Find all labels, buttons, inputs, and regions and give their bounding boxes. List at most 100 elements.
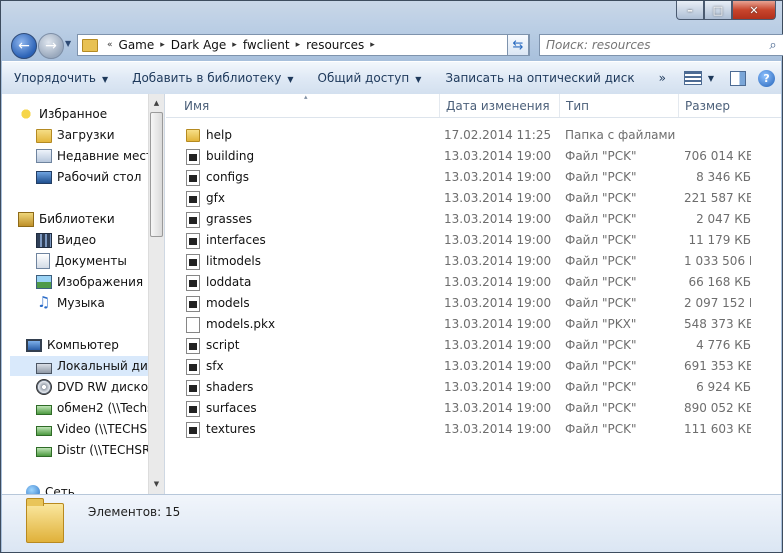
file-name-cell[interactable]: models.pkx: [186, 314, 436, 335]
breadcrumb-item[interactable]: Game: [116, 38, 158, 52]
breadcrumb-item[interactable]: Dark Age: [168, 38, 230, 52]
file-row[interactable]: sfx 13.03.2014 19:00 Файл "PCK" 691 353 КБ: [166, 356, 781, 377]
file-row[interactable]: grasses 13.03.2014 19:00 Файл "PCK" 2 047 К…: [166, 209, 781, 230]
file-name-cell[interactable]: script: [186, 335, 436, 356]
change-view-icon[interactable]: [683, 71, 702, 85]
file-row[interactable]: models 13.03.2014 19:00 Файл "PCK" 2 097 15…: [166, 293, 781, 314]
column-header-date[interactable]: Дата изменения: [440, 94, 560, 117]
file-size-cell: 111 603 КБ: [684, 422, 751, 436]
address-bar[interactable]: « Game ▸ Dark Age ▸ fwclient ▸ resources…: [77, 34, 530, 56]
file-row[interactable]: shaders 13.03.2014 19:00 Файл "PCK" 6 924 К…: [166, 377, 781, 398]
file-row[interactable]: building 13.03.2014 19:00 Файл "PCK" 706 01…: [166, 146, 781, 167]
file-name-cell[interactable]: grasses: [186, 209, 436, 230]
pictures-icon: [36, 275, 52, 289]
nav-video[interactable]: Видео: [36, 230, 96, 250]
file-name-cell[interactable]: models: [186, 293, 436, 314]
scroll-up-icon[interactable]: ▲: [149, 96, 164, 111]
pck-file-icon: [186, 421, 200, 438]
nav-network-share[interactable]: обмен2 (\\Techs: [36, 398, 148, 418]
chevron-down-icon[interactable]: ▼: [708, 74, 714, 83]
recent-pages-dropdown[interactable]: ▼: [65, 39, 71, 48]
minimize-button[interactable]: –: [676, 1, 704, 20]
file-size-cell: 1 033 506 КБ: [684, 254, 751, 268]
nav-local-disk[interactable]: Локальный диск: [10, 356, 148, 376]
file-name-cell[interactable]: interfaces: [186, 230, 436, 251]
breadcrumb-item[interactable]: resources: [303, 38, 367, 52]
folder-icon: [186, 129, 200, 142]
search-box[interactable]: ⌕: [539, 34, 783, 56]
file-name-cell[interactable]: configs: [186, 167, 436, 188]
breadcrumb-item[interactable]: fwclient: [240, 38, 293, 52]
nav-network[interactable]: Сеть: [26, 482, 75, 494]
column-header-type[interactable]: Тип: [560, 94, 679, 117]
close-button[interactable]: ✕: [732, 1, 776, 20]
file-date-cell: 13.03.2014 19:00: [444, 275, 552, 289]
nav-music[interactable]: Музыка: [36, 293, 105, 313]
nav-computer[interactable]: Компьютер: [26, 335, 119, 355]
more-commands-button[interactable]: »: [647, 71, 678, 85]
file-row[interactable]: script 13.03.2014 19:00 Файл "PCK" 4 776 КБ: [166, 335, 781, 356]
nav-label: Сеть: [45, 485, 75, 494]
nav-libraries[interactable]: Библиотеки: [18, 209, 115, 229]
chevron-right-icon[interactable]: ▸: [293, 40, 304, 50]
nav-recent-places[interactable]: Недавние места: [36, 146, 148, 166]
scrollbar-thumb[interactable]: [150, 112, 163, 237]
content-area: Избранное Загрузки Недавние места Рабочи…: [2, 94, 781, 494]
file-row[interactable]: litmodels 13.03.2014 19:00 Файл "PCK" 1 033…: [166, 251, 781, 272]
file-date-cell: 17.02.2014 11:25: [444, 128, 552, 142]
help-icon[interactable]: ?: [758, 69, 776, 87]
chevron-right-icon[interactable]: ▸: [229, 40, 240, 50]
file-name-cell[interactable]: litmodels: [186, 251, 436, 272]
nav-desktop[interactable]: Рабочий стол: [36, 167, 141, 187]
column-header-name[interactable]: Имя: [178, 94, 440, 117]
add-to-library-button[interactable]: Добавить в библиотеку ▼: [120, 71, 305, 85]
nav-dvd-drive[interactable]: DVD RW дисково: [36, 377, 148, 397]
nav-network-share[interactable]: Video (\\TECHSR: [36, 419, 148, 439]
breadcrumb-overflow[interactable]: «: [104, 40, 116, 50]
file-name-cell[interactable]: textures: [186, 419, 436, 440]
nav-downloads[interactable]: Загрузки: [36, 125, 115, 145]
chevron-right-icon[interactable]: ▸: [367, 40, 378, 50]
file-row[interactable]: help 17.02.2014 11:25 Папка с файлами: [166, 125, 781, 146]
maximize-button[interactable]: □: [704, 1, 732, 20]
scroll-down-icon[interactable]: ▼: [149, 477, 164, 492]
share-with-button[interactable]: Общий доступ ▼: [306, 71, 434, 85]
file-row[interactable]: gfx 13.03.2014 19:00 Файл "PCK" 221 587 КБ: [166, 188, 781, 209]
file-name-cell[interactable]: sfx: [186, 356, 436, 377]
nav-documents[interactable]: Документы: [36, 251, 127, 271]
organize-button[interactable]: Упорядочить ▼: [2, 71, 120, 85]
search-input[interactable]: [540, 37, 763, 53]
nav-images[interactable]: Изображения: [36, 272, 143, 292]
pkx-file-icon: [186, 316, 200, 333]
file-size-cell: 2 097 152 КБ: [684, 296, 751, 310]
file-row[interactable]: loddata 13.03.2014 19:00 Файл "PCK" 66 168 …: [166, 272, 781, 293]
file-name-cell[interactable]: surfaces: [186, 398, 436, 419]
file-row[interactable]: configs 13.03.2014 19:00 Файл "PCK" 8 346 К…: [166, 167, 781, 188]
file-name-cell[interactable]: building: [186, 146, 436, 167]
network-drive-icon: [36, 446, 52, 457]
chevron-right-icon[interactable]: ▸: [157, 40, 168, 50]
burn-button[interactable]: Записать на оптический диск: [433, 71, 646, 85]
search-icon[interactable]: ⌕: [763, 38, 783, 53]
nav-favorites[interactable]: Избранное: [18, 104, 107, 124]
nav-network-share[interactable]: Distr (\\TECHSRV: [36, 440, 148, 460]
preview-pane-icon[interactable]: [730, 70, 747, 86]
navigation-scrollbar[interactable]: ▲ ▼: [148, 94, 165, 494]
back-button[interactable]: ←: [11, 33, 37, 59]
file-row[interactable]: textures 13.03.2014 19:00 Файл "PCK" 111 60…: [166, 419, 781, 440]
file-row[interactable]: surfaces 13.03.2014 19:00 Файл "PCK" 890 05…: [166, 398, 781, 419]
pck-file-icon: [186, 295, 200, 312]
column-header-size[interactable]: Размер: [679, 94, 759, 117]
file-name-cell[interactable]: gfx: [186, 188, 436, 209]
forward-button[interactable]: →: [38, 33, 64, 59]
file-name: shaders: [206, 380, 254, 394]
refresh-button[interactable]: ⇆: [507, 34, 529, 56]
file-row[interactable]: models.pkx 13.03.2014 19:00 Файл "PKX" 548 …: [166, 314, 781, 335]
file-name-cell[interactable]: loddata: [186, 272, 436, 293]
file-name-cell[interactable]: help: [186, 125, 436, 146]
file-date-cell: 13.03.2014 19:00: [444, 149, 552, 163]
file-name-cell[interactable]: shaders: [186, 377, 436, 398]
arrow-left-icon: ←: [18, 38, 30, 54]
column-headers: Имя ▴ Дата изменения Тип Размер: [166, 94, 781, 118]
file-row[interactable]: interfaces 13.03.2014 19:00 Файл "PCK" 11 1…: [166, 230, 781, 251]
